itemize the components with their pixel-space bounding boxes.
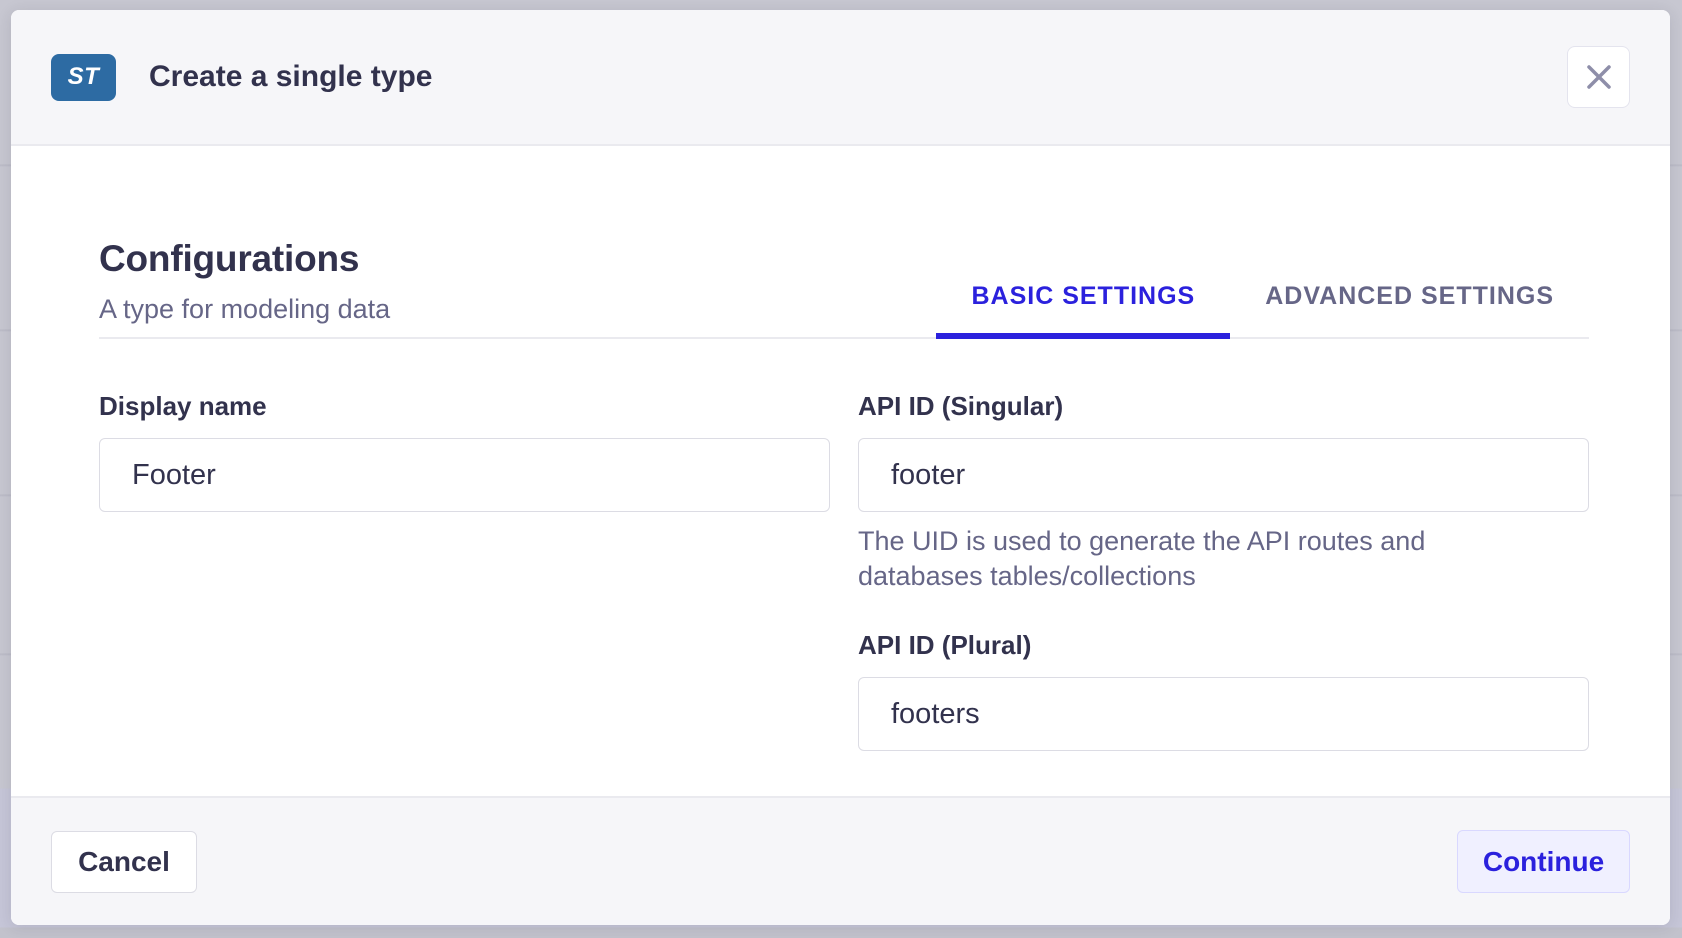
single-type-badge-icon: ST — [51, 54, 116, 101]
api-id-singular-input[interactable] — [858, 438, 1589, 512]
create-single-type-modal: ST Create a single type Configurations A… — [11, 10, 1670, 925]
api-id-plural-block: API ID (Plural) — [858, 630, 1589, 751]
modal-footer: Cancel Continue — [11, 796, 1670, 925]
configurations-subtitle: A type for modeling data — [99, 294, 390, 325]
api-id-singular-helper: The UID is used to generate the API rout… — [858, 524, 1548, 594]
modal-body: Configurations A type for modeling data … — [11, 146, 1670, 796]
configurations-heading: Configurations — [99, 238, 390, 280]
configurations-titles: Configurations A type for modeling data — [99, 238, 390, 337]
modal-title: Create a single type — [149, 60, 432, 94]
api-id-plural-input[interactable] — [858, 677, 1589, 751]
tab-basic-settings[interactable]: BASIC SETTINGS — [936, 282, 1230, 337]
settings-tabs: BASIC SETTINGS ADVANCED SETTINGS — [936, 282, 1589, 337]
continue-button[interactable]: Continue — [1457, 830, 1630, 893]
single-type-badge-label: ST — [68, 63, 100, 91]
close-button[interactable] — [1567, 46, 1630, 108]
display-name-block: Display name — [99, 391, 830, 751]
api-id-singular-label: API ID (Singular) — [858, 391, 1589, 422]
modal-header: ST Create a single type — [11, 10, 1670, 146]
configurations-form: Display name API ID (Singular) The UID i… — [99, 391, 1589, 751]
cancel-button[interactable]: Cancel — [51, 831, 197, 893]
api-id-singular-block: API ID (Singular) The UID is used to gen… — [858, 391, 1589, 594]
close-icon — [1585, 63, 1613, 91]
api-id-column: API ID (Singular) The UID is used to gen… — [858, 391, 1589, 751]
configurations-header: Configurations A type for modeling data … — [99, 146, 1589, 339]
display-name-label: Display name — [99, 391, 830, 422]
api-id-plural-label: API ID (Plural) — [858, 630, 1589, 661]
tab-advanced-settings[interactable]: ADVANCED SETTINGS — [1230, 282, 1589, 337]
display-name-input[interactable] — [99, 438, 830, 512]
